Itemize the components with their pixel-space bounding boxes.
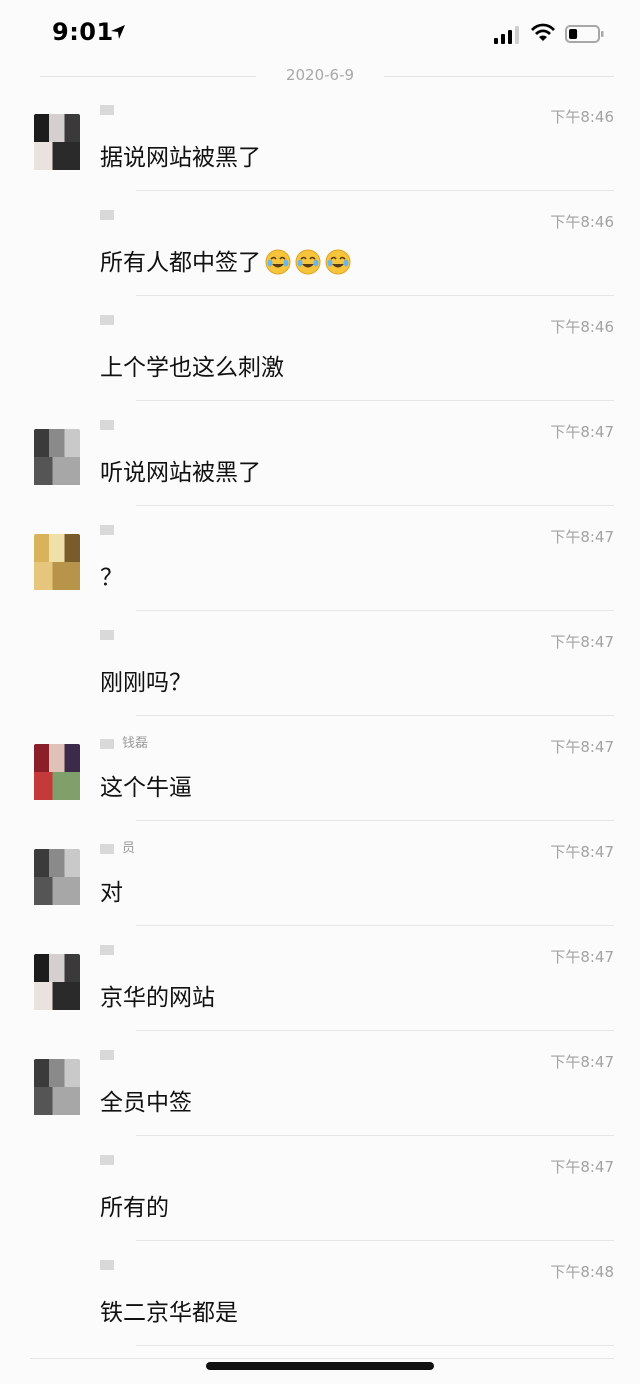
date-divider: 2020-6-9 <box>0 66 640 86</box>
message-row[interactable]: 钱磊这个牛逼 下午8:47 <box>0 716 640 821</box>
sender-name <box>100 102 122 124</box>
message-text: 刚刚吗？ <box>100 663 192 697</box>
sender-name <box>100 417 122 439</box>
battery-icon <box>565 25 604 43</box>
message-text-content: 对 <box>100 880 123 906</box>
message-text-content: 京华的网站 <box>100 985 215 1011</box>
avatar[interactable] <box>34 849 80 905</box>
message-row[interactable]: ？ 下午8:47 <box>0 506 640 611</box>
date-divider-line-left <box>40 76 256 77</box>
sender-name <box>100 627 122 649</box>
sender-name <box>100 522 122 544</box>
message-text-content: 据说网站被黑了 <box>100 145 261 171</box>
message-text: ？ <box>100 558 123 592</box>
avatar[interactable] <box>34 114 80 170</box>
pixelated-name-block <box>100 314 114 325</box>
avatar[interactable] <box>34 1059 80 1115</box>
date-label: 2020-6-9 <box>285 66 355 84</box>
face-with-tears-of-joy-icon <box>265 249 291 275</box>
sender-name: 钱磊 <box>100 732 148 754</box>
message-text: 铁二京华都是 <box>100 1293 238 1327</box>
message-row[interactable]: 所有人都中签了 下午8:46 <box>0 191 640 296</box>
message-text-content: 这个牛逼 <box>100 775 192 801</box>
message-divider <box>136 1345 614 1346</box>
message-text: 对 <box>100 873 123 907</box>
status-time: 9:01 <box>52 18 114 46</box>
message-time: 下午8:47 <box>550 633 614 651</box>
wifi-icon <box>531 23 555 41</box>
home-indicator[interactable] <box>206 1362 434 1370</box>
message-text-content: 刚刚吗？ <box>100 670 192 696</box>
message-list[interactable]: 据说网站被黑了 下午8:46 所有人都中签了 下午8:46 上个学也这么刺激 下午8:46… <box>0 86 640 1346</box>
sender-label: 员 <box>122 841 136 856</box>
location-arrow-icon <box>111 25 125 39</box>
message-text: 上个学也这么刺激 <box>100 348 284 382</box>
face-with-tears-of-joy-icon <box>325 249 351 275</box>
message-row[interactable]: 铁二京华都是 下午8:48 <box>0 1241 640 1346</box>
message-text: 听说网站被黑了 <box>100 453 261 487</box>
pixelated-name-block <box>100 524 114 535</box>
sender-name <box>100 942 122 964</box>
message-time: 下午8:46 <box>550 108 614 126</box>
pixelated-name-block <box>100 843 114 854</box>
sender-name: 员 <box>100 837 135 859</box>
sender-name <box>100 1047 122 1069</box>
pixelated-name-block <box>100 1259 114 1270</box>
pixelated-name-block <box>100 1154 114 1165</box>
pixelated-name-block <box>100 944 114 955</box>
pixelated-name-block <box>100 629 114 640</box>
sender-name <box>100 207 122 229</box>
message-row[interactable]: 京华的网站 下午8:47 <box>0 926 640 1031</box>
pixelated-name-block <box>100 738 114 749</box>
message-text-content: 上个学也这么刺激 <box>100 355 284 381</box>
message-time: 下午8:47 <box>550 528 614 546</box>
pixelated-name-block <box>100 209 114 220</box>
sender-name <box>100 1152 122 1174</box>
message-row[interactable]: 上个学也这么刺激 下午8:46 <box>0 296 640 401</box>
message-time: 下午8:47 <box>550 738 614 756</box>
message-row[interactable]: 据说网站被黑了 下午8:46 <box>0 86 640 191</box>
message-time: 下午8:46 <box>550 213 614 231</box>
message-text: 所有人都中签了 <box>100 243 351 277</box>
message-text-content: 听说网站被黑了 <box>100 460 261 486</box>
avatar[interactable] <box>34 429 80 485</box>
sender-label: 钱磊 <box>122 736 149 751</box>
pixelated-name-block <box>100 419 114 430</box>
message-row[interactable]: 员对 下午8:47 <box>0 821 640 926</box>
date-divider-line-right <box>384 76 614 77</box>
message-time: 下午8:48 <box>550 1263 614 1281</box>
pixelated-name-block <box>100 104 114 115</box>
message-row[interactable]: 所有的 下午8:47 <box>0 1136 640 1241</box>
message-time: 下午8:47 <box>550 843 614 861</box>
message-time: 下午8:47 <box>550 1053 614 1071</box>
list-bottom-divider <box>30 1358 614 1359</box>
avatar[interactable] <box>34 744 80 800</box>
message-time: 下午8:47 <box>550 948 614 966</box>
message-text: 据说网站被黑了 <box>100 138 261 172</box>
message-text-content: 全员中签 <box>100 1090 192 1116</box>
message-text: 所有的 <box>100 1188 169 1222</box>
avatar[interactable] <box>34 534 80 590</box>
sender-name <box>100 312 122 334</box>
message-text: 这个牛逼 <box>100 768 192 802</box>
message-row[interactable]: 全员中签 下午8:47 <box>0 1031 640 1136</box>
status-bar: 9:01 <box>0 0 640 66</box>
message-time: 下午8:46 <box>550 318 614 336</box>
message-text-content: 铁二京华都是 <box>100 1300 238 1326</box>
pixelated-name-block <box>100 1049 114 1060</box>
message-text: 全员中签 <box>100 1083 192 1117</box>
message-time: 下午8:47 <box>550 1158 614 1176</box>
cellular-signal-icon <box>494 26 519 44</box>
sender-name <box>100 1257 122 1279</box>
message-text-content: ？ <box>100 565 123 591</box>
message-text: 京华的网站 <box>100 978 215 1012</box>
message-text-content: 所有人都中签了 <box>100 250 261 276</box>
avatar[interactable] <box>34 954 80 1010</box>
face-with-tears-of-joy-icon <box>295 249 321 275</box>
message-text-content: 所有的 <box>100 1195 169 1221</box>
message-time: 下午8:47 <box>550 423 614 441</box>
message-row[interactable]: 听说网站被黑了 下午8:47 <box>0 401 640 506</box>
message-row[interactable]: 刚刚吗？ 下午8:47 <box>0 611 640 716</box>
